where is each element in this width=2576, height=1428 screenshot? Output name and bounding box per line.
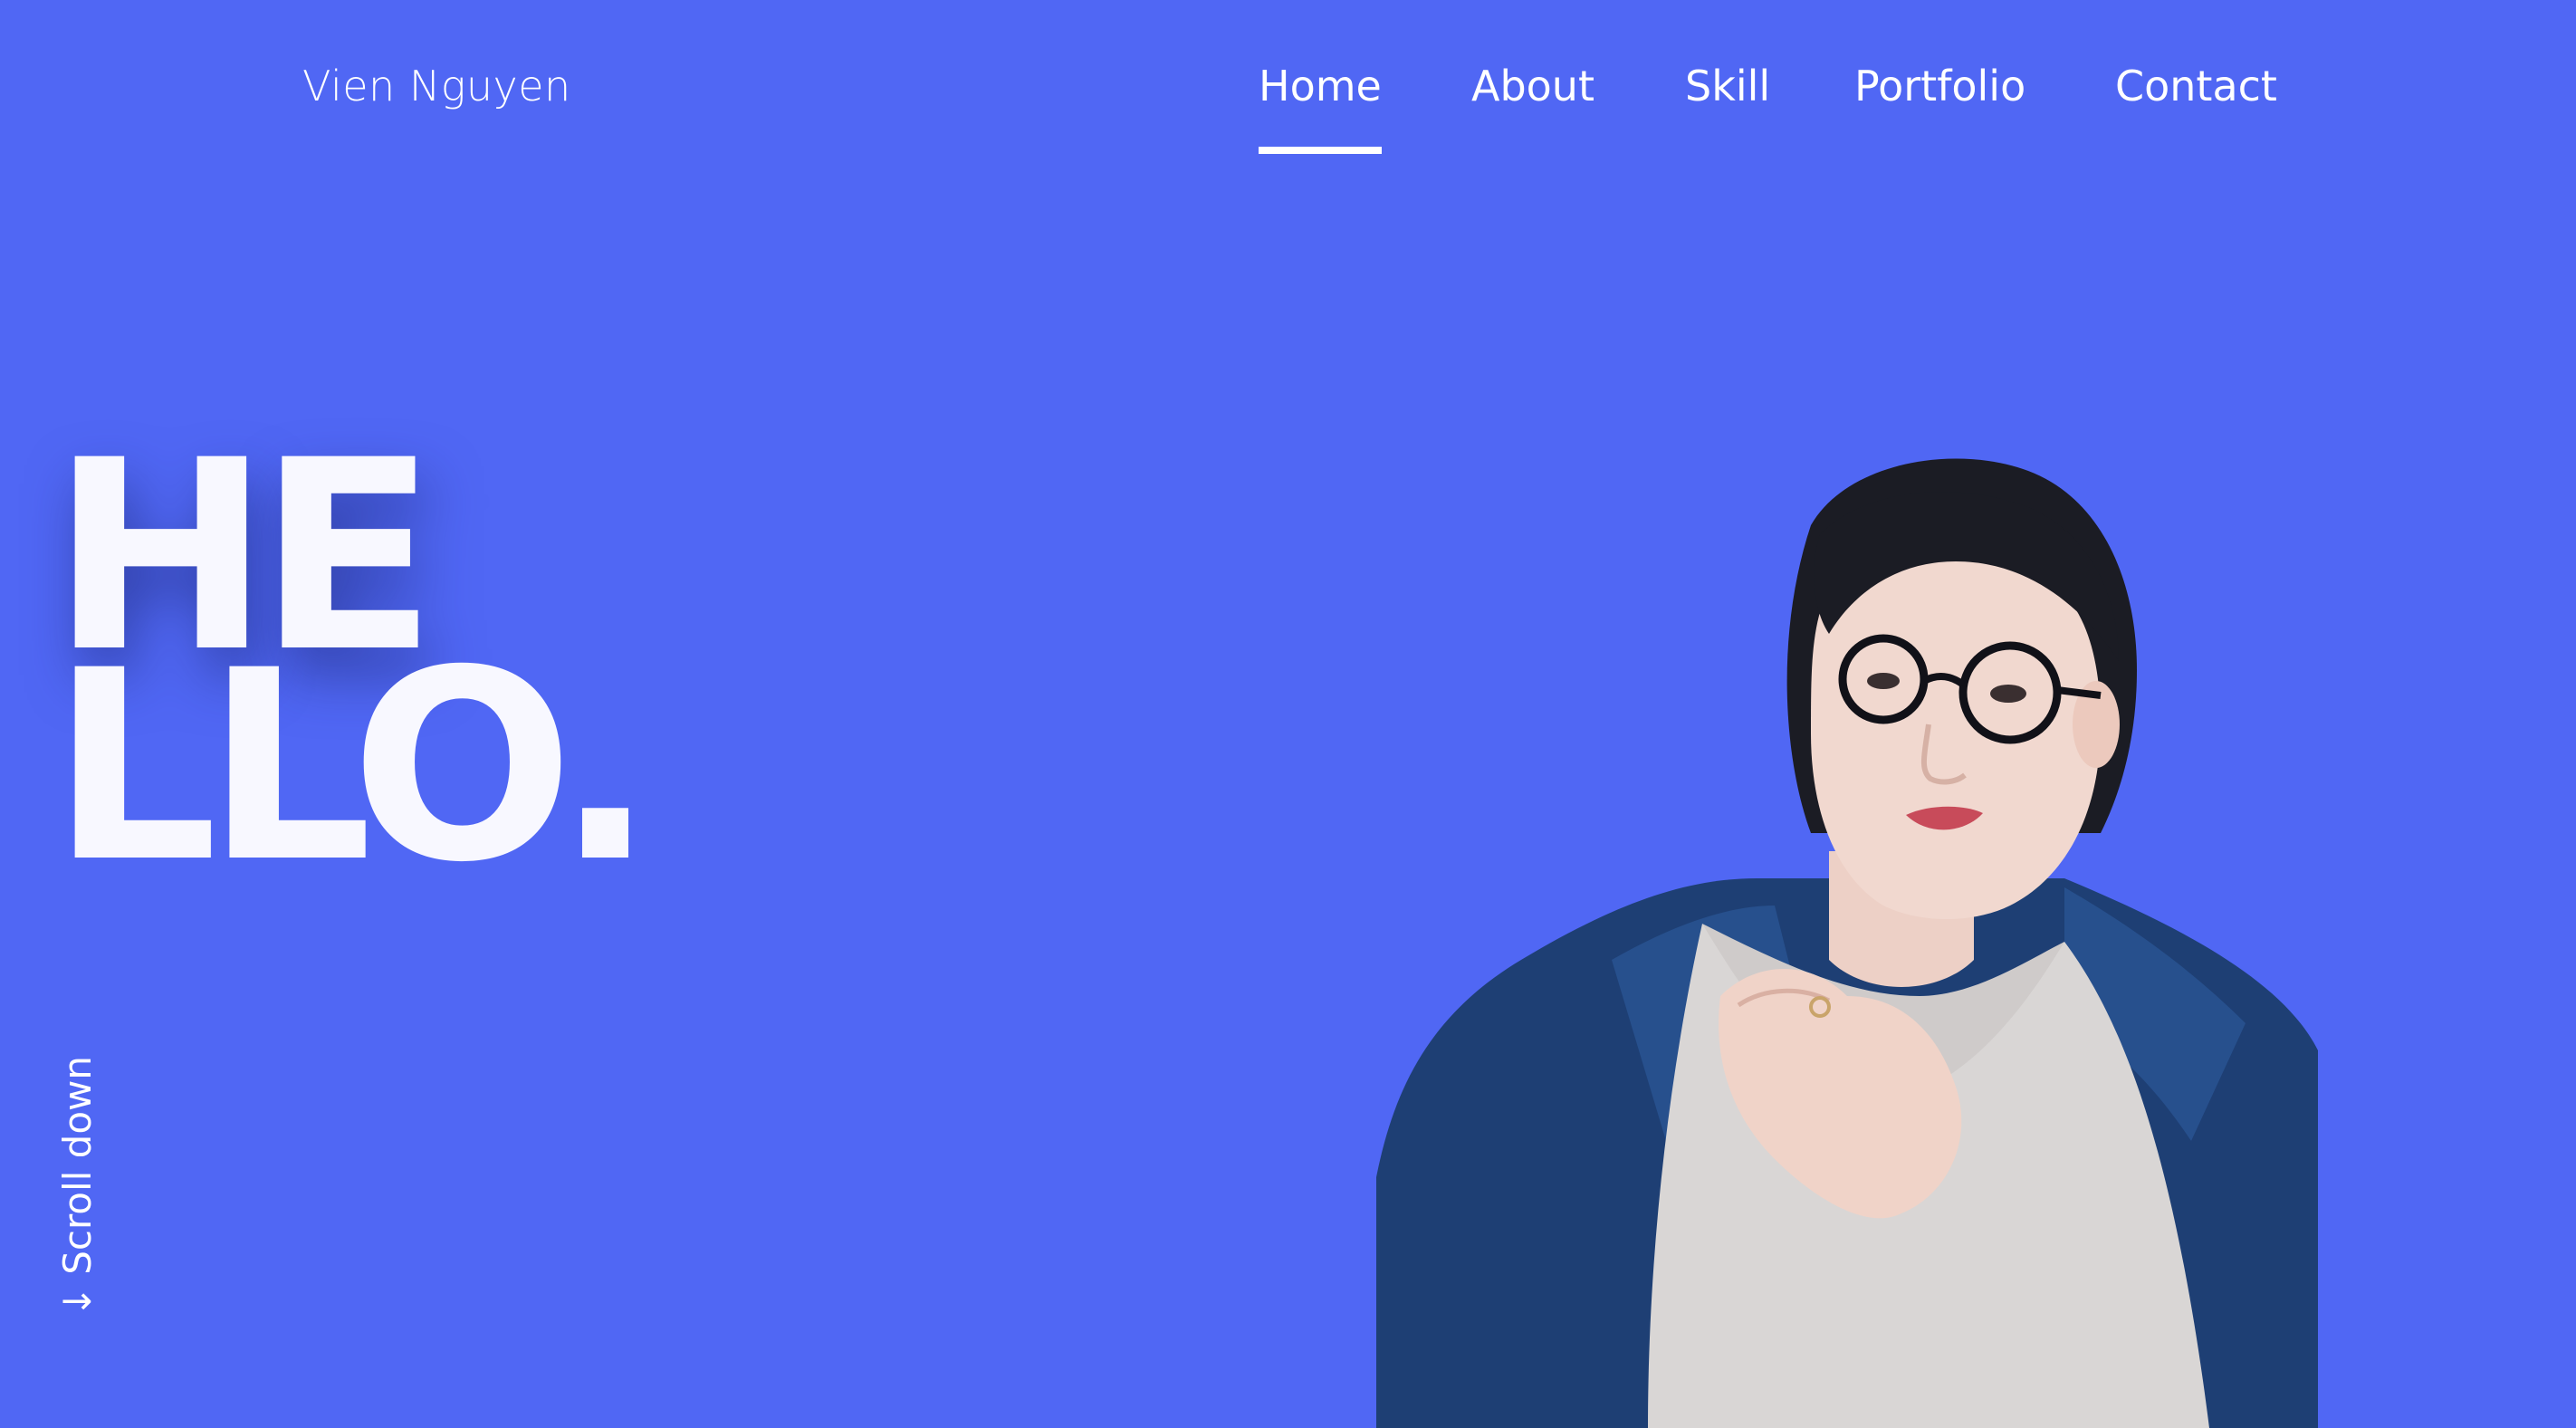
scroll-down-label: Scroll down bbox=[55, 1055, 100, 1275]
scroll-down-link[interactable]: ↓ Scroll down bbox=[55, 1055, 100, 1318]
nav-item-about[interactable]: About bbox=[1471, 56, 1594, 116]
nav-item-contact[interactable]: Contact bbox=[2115, 56, 2277, 116]
arrow-down-icon: ↓ bbox=[55, 1285, 100, 1318]
nav-item-portfolio[interactable]: Portfolio bbox=[1854, 56, 2025, 116]
main-nav: Home About Skill Portfolio Contact bbox=[0, 56, 2576, 165]
nav-item-skill[interactable]: Skill bbox=[1685, 56, 1770, 116]
portrait-illustration bbox=[1376, 458, 2318, 1428]
hero-line-2: LLO. bbox=[51, 615, 656, 920]
profile-portrait bbox=[1376, 453, 2318, 1428]
page: Vien Nguyen Home About Skill Portfolio C… bbox=[0, 0, 2576, 1428]
hero-heading: HE LLO. bbox=[51, 426, 656, 920]
nav-item-home[interactable]: Home bbox=[1259, 56, 1382, 154]
